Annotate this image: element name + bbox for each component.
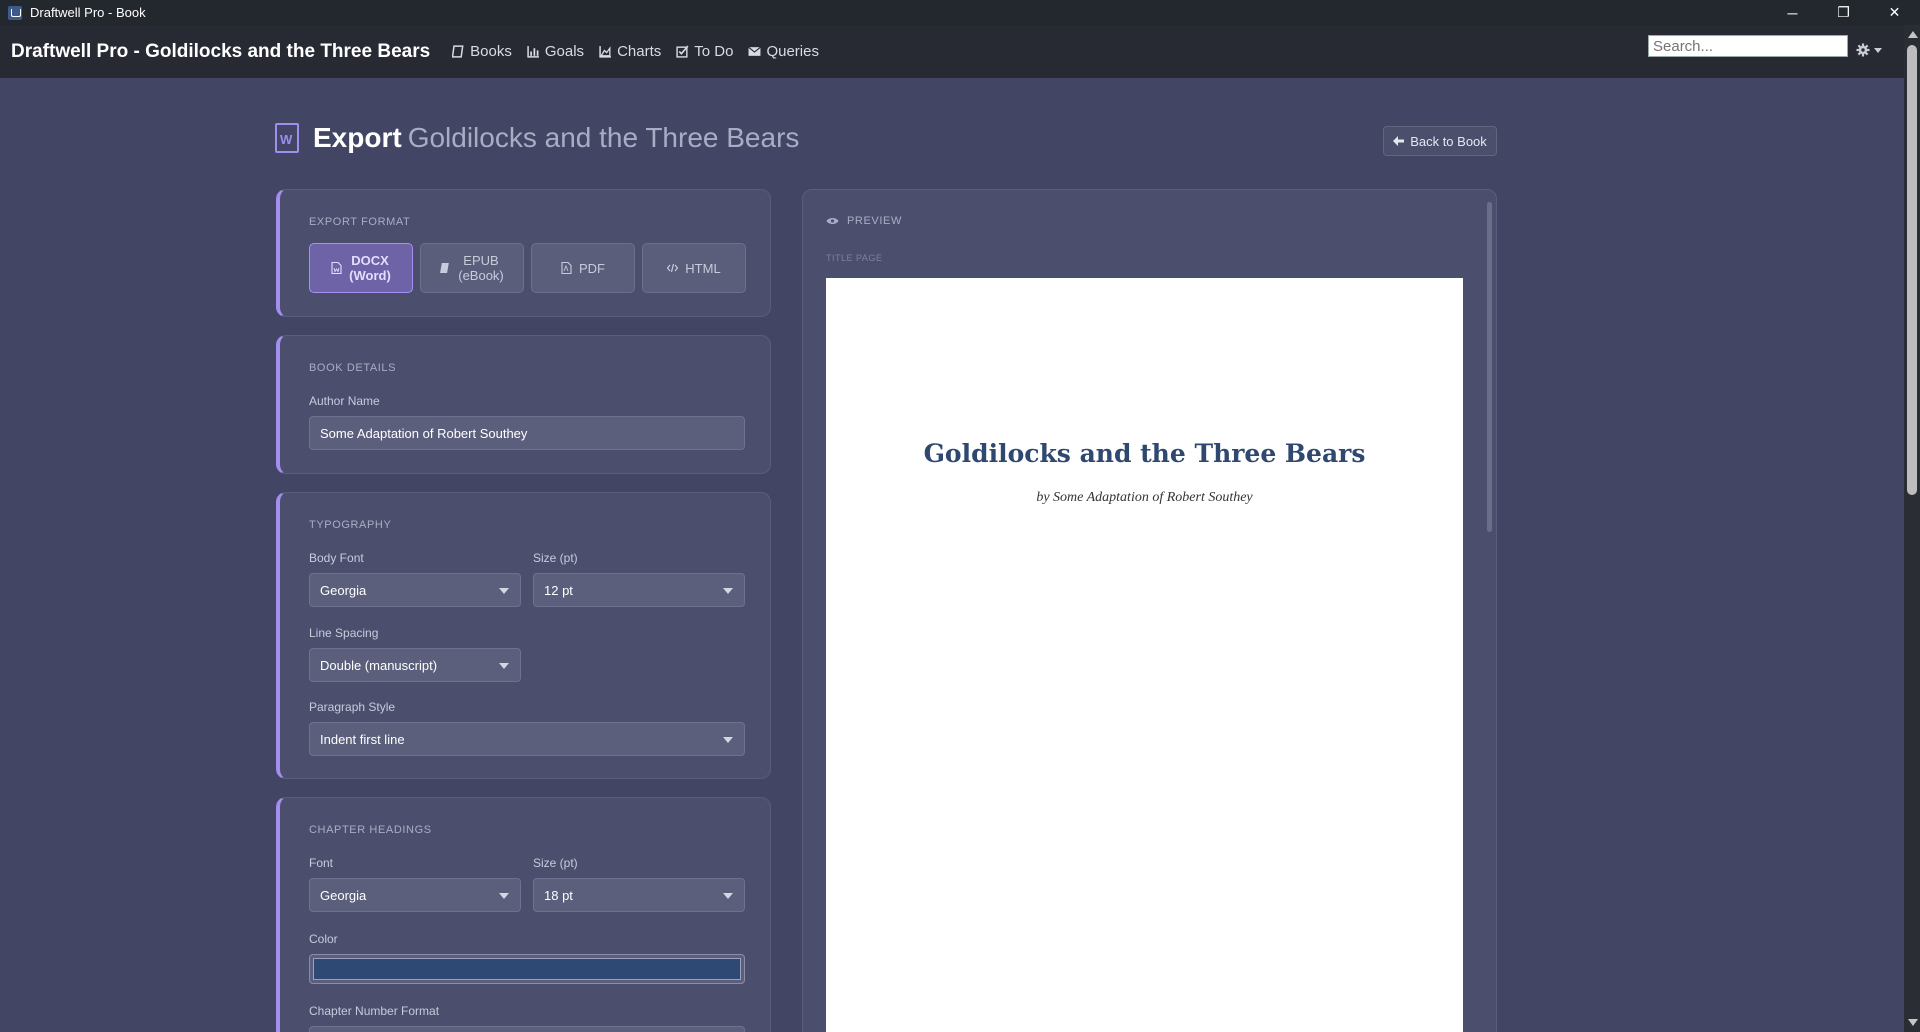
book-icon [440,263,450,273]
code-icon [667,263,679,273]
preview-byline: by Some Adaptation of Robert Southey [1036,490,1253,505]
nav-books-label: Books [470,43,512,60]
nav-charts-label: Charts [617,43,662,60]
heading-color-label: Color [309,932,338,946]
heading-font-label: Font [309,856,334,870]
brand-title[interactable]: Draftwell Pro - Goldilocks and the Three… [11,41,430,63]
chapter-headings-card: Chapter Headings Font Georgia Size (pt) … [276,797,771,1032]
nav-books[interactable]: Books [452,43,512,60]
file-word-icon [331,262,342,274]
book-icon [452,45,464,58]
preview-title: Preview [847,215,902,227]
format-docx-line2: (Word) [349,268,391,283]
preview-subtitle: TITLE PAGE [826,253,883,263]
heading-color-picker[interactable] [309,954,745,984]
top-navbar: Draftwell Pro - Goldilocks and the Three… [0,25,1920,78]
preview-page: Goldilocks and the Three Bears by Some A… [826,278,1463,1032]
nav-charts[interactable]: Charts [599,43,661,60]
nav-todo[interactable]: To Do [676,43,733,60]
book-details-title: Book Details [309,362,397,374]
file-word-icon [275,123,299,153]
line-spacing-select[interactable]: Double (manuscript) [309,648,521,682]
nav-todo-label: To Do [694,43,734,60]
book-details-card: Book Details Author Name Some Adaptation… [276,335,771,474]
body-font-label: Body Font [309,551,364,565]
preview-header: Preview [826,215,902,227]
body-size-select[interactable]: 12 pt [533,573,745,607]
format-html-button[interactable]: HTML [642,243,746,293]
area-chart-icon [599,46,611,58]
chapter-number-format-label: Chapter Number Format [309,1004,440,1018]
envelope-icon [748,46,762,56]
window-title: Draftwell Pro - Book [30,5,146,20]
minimize-button[interactable]: ─ [1767,0,1818,25]
nav-goals-label: Goals [544,43,585,60]
scroll-down-arrow[interactable] [1908,1019,1918,1026]
format-epub-button[interactable]: EPUB (eBook) [420,243,524,293]
close-button[interactable]: ✕ [1869,0,1920,25]
page-title-book: Goldilocks and the Three Bears [407,122,800,153]
scroll-up-arrow[interactable] [1908,31,1918,38]
paragraph-style-label: Paragraph Style [309,700,396,714]
typography-card: Typography Body Font Georgia Size (pt) 1… [276,492,771,779]
settings-menu[interactable] [1856,43,1882,57]
app-icon [8,5,22,20]
page-header: Export Goldilocks and the Three Bears [275,122,799,154]
eye-icon [826,218,839,224]
body-size-label: Size (pt) [533,551,578,565]
nav-queries[interactable]: Queries [748,43,819,60]
format-docx-button[interactable]: DOCX (Word) [309,243,413,293]
window-controls: ─ ❐ ✕ [1767,0,1920,25]
export-format-card: Export Format DOCX (Word) EPUB (eBook) PDF… [276,189,771,317]
search-input[interactable] [1648,35,1848,57]
author-name-label: Author Name [309,394,380,408]
body-font-select[interactable]: Georgia [309,573,521,607]
gear-icon [1856,43,1870,57]
nav-queries-label: Queries [766,43,819,60]
back-to-book-label: Back to Book [1410,133,1487,149]
heading-size-label: Size (pt) [533,856,578,870]
restore-button[interactable]: ❐ [1818,0,1869,25]
nav-goals[interactable]: Goals [527,43,584,60]
page-title: Export [313,122,402,153]
arrow-left-icon [1393,136,1405,146]
format-docx-line1: DOCX [351,253,389,268]
heading-size-select[interactable]: 18 pt [533,878,745,912]
caret-down-icon [1874,47,1882,53]
color-swatch [313,958,741,980]
format-pdf-label: PDF [579,260,605,276]
scroll-thumb[interactable] [1907,45,1917,495]
chapter-number-format-select[interactable] [309,1026,745,1032]
typography-title: Typography [309,519,392,531]
preview-panel: Preview TITLE PAGE Goldilocks and the Th… [802,189,1497,1032]
bar-chart-icon [527,46,539,58]
line-spacing-label: Line Spacing [309,626,379,640]
checkbox-icon [676,45,689,58]
author-name-input[interactable]: Some Adaptation of Robert Southey [309,416,745,450]
format-html-label: HTML [685,260,721,276]
preview-book-title: Goldilocks and the Three Bears [923,439,1366,468]
export-format-title: Export Format [309,216,411,228]
format-epub-line2: (eBook) [458,268,504,283]
page-scrollbar[interactable] [1904,25,1920,1032]
file-pdf-icon [561,262,572,274]
nav-links: Books Goals Charts To Do Queries [452,43,819,60]
format-epub-line1: EPUB [463,253,499,268]
window-titlebar: Draftwell Pro - Book ─ ❐ ✕ [0,0,1920,25]
chapter-headings-title: Chapter Headings [309,824,432,836]
preview-scrollbar[interactable] [1487,202,1492,532]
back-to-book-button[interactable]: Back to Book [1383,126,1497,156]
format-pdf-button[interactable]: PDF [531,243,635,293]
paragraph-style-select[interactable]: Indent first line [309,722,745,756]
heading-font-select[interactable]: Georgia [309,878,521,912]
